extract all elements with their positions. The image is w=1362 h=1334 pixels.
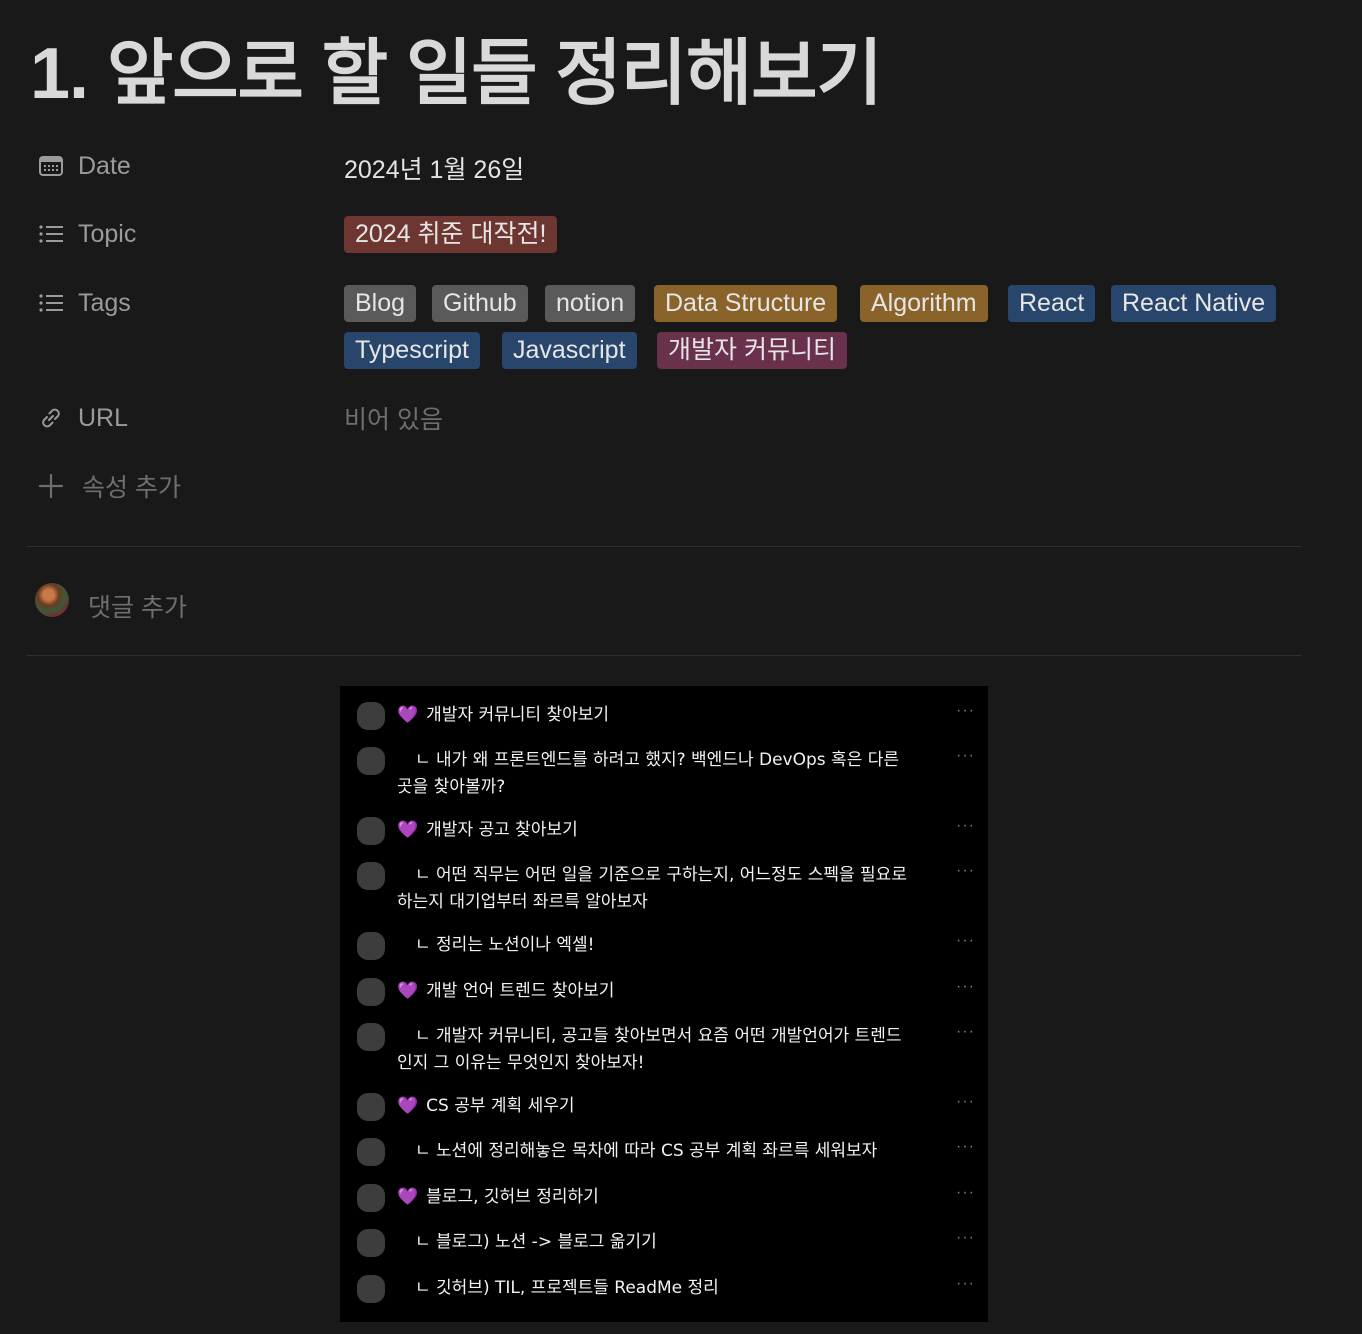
list-item-text: ㄴ 개발자 커뮤니티, 공고들 찾아보면서 요즘 어떤 개발언어가 트렌드인지 … xyxy=(397,1023,917,1077)
list-item-text: ㄴ 내가 왜 프론트엔드를 하려고 했지? 백엔드나 DevOps 혹은 다른 … xyxy=(397,747,917,801)
property-label: Topic xyxy=(78,219,137,248)
list-item-text: ㄴ 노션에 정리해놓은 목차에 따라 CS 공부 계획 좌르륵 세워보자 xyxy=(397,1138,917,1165)
more-icon: ··· xyxy=(956,817,975,834)
link-icon xyxy=(38,405,64,431)
divider xyxy=(27,546,1301,547)
list-item-label: 개발자 커뮤니티 찾아보기 xyxy=(426,705,610,725)
drag-handle-icon xyxy=(357,1138,385,1166)
list-item-label: ㄴ 어떤 직무는 어떤 일을 기준으로 구하는지, 어느정도 스펙을 필요로 하… xyxy=(397,865,907,912)
more-icon: ··· xyxy=(956,932,975,949)
list-item-label: ㄴ 내가 왜 프론트엔드를 하려고 했지? 백엔드나 DevOps 혹은 다른 … xyxy=(397,750,900,797)
plus-icon xyxy=(38,473,64,499)
tag-notion[interactable]: notion xyxy=(545,285,636,322)
property-tags[interactable]: Tags xyxy=(38,286,131,320)
tag-dev-community[interactable]: 개발자 커뮤니티 xyxy=(657,332,847,369)
more-icon: ··· xyxy=(956,862,975,879)
list-icon xyxy=(38,221,64,247)
property-url[interactable]: URL xyxy=(38,401,128,435)
tag-blog[interactable]: Blog xyxy=(344,285,417,322)
list-item-label: CS 공부 계획 세우기 xyxy=(426,1096,575,1116)
calendar-icon xyxy=(38,153,64,179)
property-label: Tags xyxy=(78,288,131,317)
drag-handle-icon xyxy=(357,702,385,730)
topic-tag[interactable]: 2024 취준 대작전! xyxy=(344,216,558,253)
list-item-label: 블로그, 깃허브 정리하기 xyxy=(426,1187,599,1207)
list-item-text: ㄴ 블로그) 노션 -> 블로그 옮기기 xyxy=(397,1229,917,1256)
add-property-button[interactable]: 속성 추가 xyxy=(38,469,181,503)
tag-react-native[interactable]: React Native xyxy=(1111,285,1277,322)
property-label: Date xyxy=(78,151,131,180)
purple-heart-icon: 💜 xyxy=(397,820,419,840)
list-item-text: 💜 블로그, 깃허브 정리하기 xyxy=(397,1184,917,1211)
list-item-label: 개발자 공고 찾아보기 xyxy=(426,820,578,840)
date-value[interactable]: 2024년 1월 26일 xyxy=(344,150,524,186)
list-item-text: 💜 개발 언어 트렌드 찾아보기 xyxy=(397,978,917,1005)
property-label: URL xyxy=(78,403,129,432)
purple-heart-icon: 💜 xyxy=(397,705,419,725)
drag-handle-icon xyxy=(357,817,385,845)
drag-handle-icon xyxy=(357,932,385,960)
property-topic[interactable]: Topic xyxy=(38,217,136,251)
tag-react[interactable]: React xyxy=(1008,285,1096,322)
add-property-label: 속성 추가 xyxy=(82,474,181,502)
more-icon: ··· xyxy=(956,747,975,764)
drag-handle-icon xyxy=(357,747,385,775)
more-icon: ··· xyxy=(956,978,975,995)
purple-heart-icon: 💜 xyxy=(397,1096,419,1116)
list-item-text: 💜 개발자 커뮤니티 찾아보기 xyxy=(397,702,917,729)
tag-github[interactable]: Github xyxy=(432,285,528,322)
list-item-label: ㄴ 노션에 정리해놓은 목차에 따라 CS 공부 계획 좌르륵 세워보자 xyxy=(415,1141,878,1161)
avatar xyxy=(35,583,69,617)
list-item-text: 💜 개발자 공고 찾아보기 xyxy=(397,817,917,844)
page-title[interactable]: 1. 앞으로 할 일들 정리해보기 xyxy=(30,14,883,119)
drag-handle-icon xyxy=(357,1184,385,1212)
list-icon xyxy=(38,290,64,316)
list-item-label: ㄴ 블로그) 노션 -> 블로그 옮기기 xyxy=(415,1232,657,1252)
more-icon: ··· xyxy=(956,1023,975,1040)
embedded-screenshot: 💜 개발자 커뮤니티 찾아보기 ··· ㄴ 내가 왜 프론트엔드를 하려고 했지? 백… xyxy=(340,686,988,1322)
list-item-label: ㄴ 깃허브) TIL, 프로젝트들 ReadMe 정리 xyxy=(415,1278,719,1298)
more-icon: ··· xyxy=(956,1138,975,1155)
drag-handle-icon xyxy=(357,978,385,1006)
comment-input[interactable]: 댓글 추가 xyxy=(88,588,187,624)
tag-data-structure[interactable]: Data Structure xyxy=(654,285,838,322)
property-date[interactable]: Date xyxy=(38,149,131,183)
tag-typescript[interactable]: Typescript xyxy=(344,332,480,369)
list-item-label: ㄴ 정리는 노션이나 엑셀! xyxy=(415,935,595,955)
list-item-text: 💜 CS 공부 계획 세우기 xyxy=(397,1093,917,1120)
drag-handle-icon xyxy=(357,1093,385,1121)
divider xyxy=(27,655,1301,656)
more-icon: ··· xyxy=(956,702,975,719)
list-item-text: ㄴ 깃허브) TIL, 프로젝트들 ReadMe 정리 xyxy=(397,1275,917,1302)
drag-handle-icon xyxy=(357,1023,385,1051)
more-icon: ··· xyxy=(956,1184,975,1201)
drag-handle-icon xyxy=(357,1229,385,1257)
more-icon: ··· xyxy=(956,1275,975,1292)
drag-handle-icon xyxy=(357,1275,385,1303)
url-value[interactable]: 비어 있음 xyxy=(344,400,443,436)
purple-heart-icon: 💜 xyxy=(397,981,419,1001)
list-item-label: ㄴ 개발자 커뮤니티, 공고들 찾아보면서 요즘 어떤 개발언어가 트렌드인지 … xyxy=(397,1026,902,1073)
more-icon: ··· xyxy=(956,1229,975,1246)
drag-handle-icon xyxy=(357,862,385,890)
tag-algorithm[interactable]: Algorithm xyxy=(860,285,988,322)
list-item-text: ㄴ 정리는 노션이나 엑셀! xyxy=(397,932,917,959)
purple-heart-icon: 💜 xyxy=(397,1187,419,1207)
more-icon: ··· xyxy=(956,1093,975,1110)
list-item-text: ㄴ 어떤 직무는 어떤 일을 기준으로 구하는지, 어느정도 스펙을 필요로 하… xyxy=(397,862,917,916)
tag-javascript[interactable]: Javascript xyxy=(502,332,637,369)
list-item-label: 개발 언어 트렌드 찾아보기 xyxy=(426,981,615,1001)
